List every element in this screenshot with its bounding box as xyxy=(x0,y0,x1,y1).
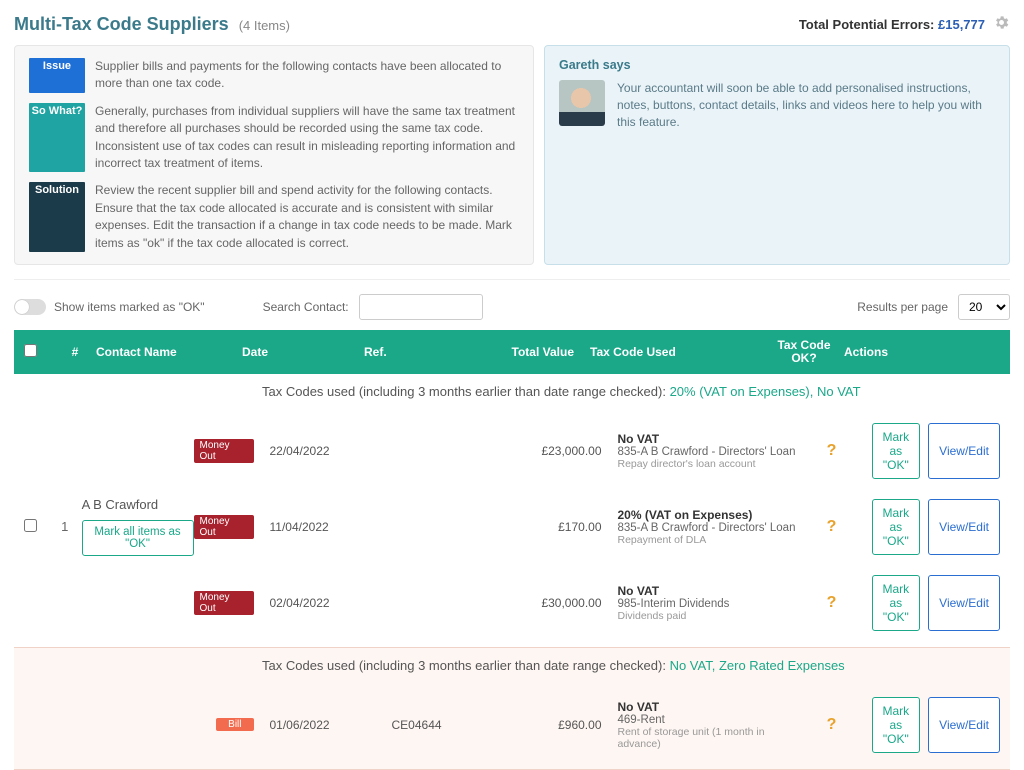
show-ok-toggle[interactable] xyxy=(14,299,46,315)
rpp-select[interactable]: 20 xyxy=(958,294,1010,320)
line-total: £170.00 xyxy=(500,520,610,534)
table-row: Bill 01/06/2022CE04644£960.00No VAT469-Re… xyxy=(194,687,1000,763)
issue-text: Supplier bills and payments for the foll… xyxy=(95,58,519,93)
rpp-label: Results per page xyxy=(857,300,948,314)
mark-ok-button[interactable]: Mark as "OK" xyxy=(872,575,921,631)
contact-name: A B Crawford xyxy=(82,497,159,512)
money-out-tag: Money Out xyxy=(194,439,254,463)
group-summary: Tax Codes used (including 3 months earli… xyxy=(14,374,1010,407)
total-errors: Total Potential Errors: £15,777 xyxy=(799,17,985,32)
line-total: £960.00 xyxy=(500,718,610,732)
contact-cell: A B Crawford Mark all items as "OK" xyxy=(82,497,194,556)
line-total: £30,000.00 xyxy=(500,596,610,610)
gareth-card: Gareth says Your accountant will soon be… xyxy=(544,45,1010,265)
line-tax: No VAT835-A B Crawford - Directors' Loan… xyxy=(610,432,802,470)
question-icon: ? xyxy=(802,518,862,536)
sowhat-text: Generally, purchases from individual sup… xyxy=(95,103,519,173)
group-summary: Tax Codes used (including 3 months earli… xyxy=(14,648,1010,681)
th-ref: Ref. xyxy=(364,345,472,359)
page-header: Multi-Tax Code Suppliers (4 Items) Total… xyxy=(14,14,1010,35)
page-title: Multi-Tax Code Suppliers xyxy=(14,14,229,35)
line-total: £23,000.00 xyxy=(500,444,610,458)
line-date: 01/06/2022 xyxy=(264,718,392,732)
line-tax: No VAT469-RentRent of storage unit (1 mo… xyxy=(610,700,802,750)
search-input[interactable] xyxy=(359,294,483,320)
th-actions: Actions xyxy=(834,345,1000,359)
mark-ok-button[interactable]: Mark as "OK" xyxy=(872,697,921,753)
search-label: Search Contact: xyxy=(263,300,349,314)
table-row: Money Out 22/04/2022 £23,000.00No VAT835-A… xyxy=(194,413,1000,489)
info-card: Issue Supplier bills and payments for th… xyxy=(14,45,534,265)
divider xyxy=(14,279,1010,280)
question-icon: ? xyxy=(802,594,862,612)
question-icon: ? xyxy=(802,716,862,734)
th-num: # xyxy=(54,345,96,359)
mark-all-button[interactable]: Mark all items as "OK" xyxy=(82,520,194,556)
view-edit-button[interactable]: View/Edit xyxy=(928,575,1000,631)
table-header: # Contact Name Date Ref. Total Value Tax… xyxy=(14,330,1010,374)
show-ok-label: Show items marked as "OK" xyxy=(54,300,205,314)
money-out-tag: Money Out xyxy=(194,515,254,539)
mark-ok-button[interactable]: Mark as "OK" xyxy=(872,499,921,555)
select-all-checkbox[interactable] xyxy=(24,344,37,357)
solution-text: Review the recent supplier bill and spen… xyxy=(95,182,519,252)
table-group: Tax Codes used (including 3 months earli… xyxy=(14,374,1010,648)
line-date: 22/04/2022 xyxy=(264,444,392,458)
view-edit-button[interactable]: View/Edit xyxy=(928,499,1000,555)
th-ok: Tax Code OK? xyxy=(774,339,834,365)
row-checkbox[interactable] xyxy=(24,519,37,532)
item-count: (4 Items) xyxy=(239,18,290,33)
view-edit-button[interactable]: View/Edit xyxy=(928,423,1000,479)
th-date: Date xyxy=(236,345,364,359)
row-num: 1 xyxy=(48,519,82,534)
table-row: Money Out 02/04/2022 £30,000.00No VAT985-I… xyxy=(194,565,1000,641)
line-ref: CE04644 xyxy=(392,718,500,732)
line-date: 11/04/2022 xyxy=(264,520,392,534)
mark-ok-button[interactable]: Mark as "OK" xyxy=(872,423,921,479)
question-icon: ? xyxy=(802,442,862,460)
bill-tag: Bill xyxy=(216,718,253,731)
issue-badge: Issue xyxy=(29,58,85,93)
th-tax: Tax Code Used xyxy=(582,345,774,359)
view-edit-button[interactable]: View/Edit xyxy=(928,697,1000,753)
table-row: Money Out 11/04/2022 £170.0020% (VAT on Ex… xyxy=(194,489,1000,565)
line-tax: No VAT985-Interim DividendsDividends pai… xyxy=(610,584,802,622)
money-out-tag: Money Out xyxy=(194,591,254,615)
th-contact: Contact Name xyxy=(96,345,236,359)
gear-icon[interactable] xyxy=(993,14,1010,34)
line-date: 02/04/2022 xyxy=(264,596,392,610)
solution-badge: Solution xyxy=(29,182,85,252)
gareth-title: Gareth says xyxy=(559,58,995,72)
sowhat-badge: So What? xyxy=(29,103,85,173)
line-tax: 20% (VAT on Expenses)835-A B Crawford - … xyxy=(610,508,802,546)
table-group: Tax Codes used (including 3 months earli… xyxy=(14,648,1010,770)
avatar xyxy=(559,80,605,126)
th-total: Total Value xyxy=(472,345,582,359)
gareth-text: Your accountant will soon be able to add… xyxy=(617,80,995,130)
